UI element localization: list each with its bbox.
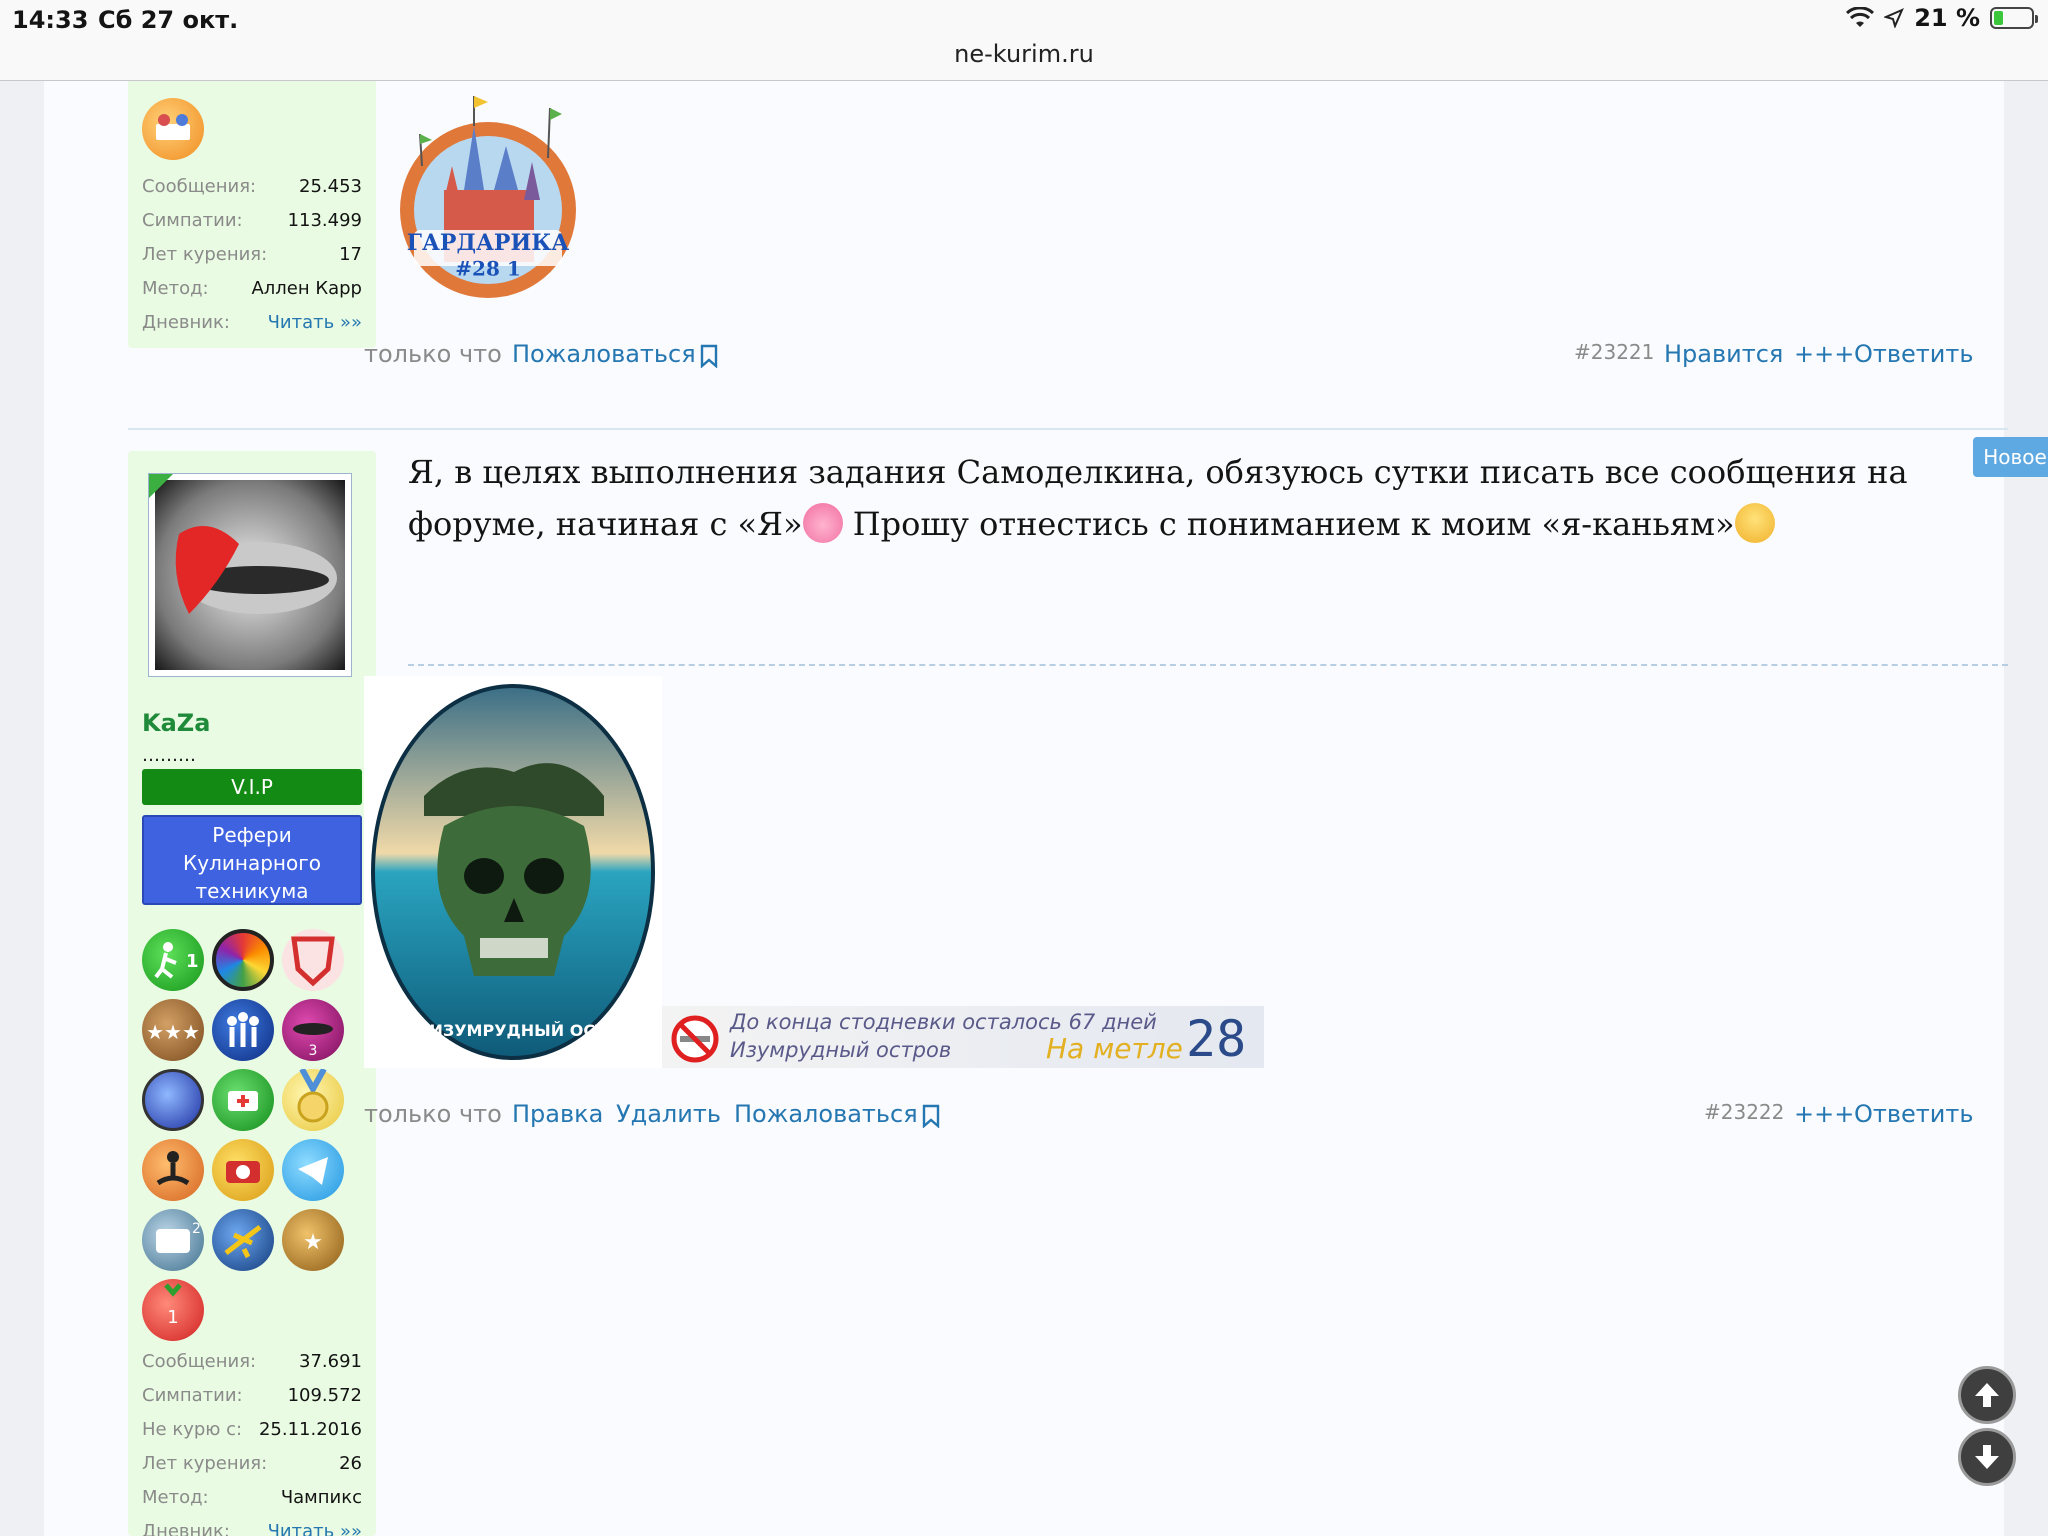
username[interactable]: KaZa [142,709,210,737]
location-arrow-icon [1884,8,1905,28]
post2-time: только что [364,1100,502,1128]
pig-emoji-icon [802,503,843,543]
post-number[interactable]: #23222 [1704,1100,1784,1124]
signature-separator [408,664,2008,666]
gardarika-banner-image: ГАРДАРИКА #28 1 [374,86,604,302]
counter-number: 28 [1186,1010,1247,1068]
diary-link[interactable]: Читать »» [268,1521,362,1536]
telegram-award-icon[interactable] [282,1139,344,1201]
post-number[interactable]: #23221 [1574,340,1654,364]
island-name-text: Изумрудный остров [730,1038,952,1062]
report-link[interactable]: Пожаловаться [734,1100,918,1128]
stat-row: Метод: Чампикс [142,1487,362,1508]
address-bar-url[interactable]: ne-kurim.ru [0,40,2048,68]
jury-award-icon[interactable] [142,1069,204,1131]
reply-link[interactable]: Ответить [1854,1100,1973,1128]
bookmark-icon[interactable] [700,344,718,368]
svg-text:3: 3 [309,1043,318,1059]
island-caption: 28_4 ИЗУМРУДНЫЙ ОСТРОВ [382,1021,643,1040]
countdown-text: До конца стодневки осталось 67 дней [730,1010,1157,1034]
broom-text: На метле [1046,1032,1183,1065]
status-indicators: 21 % [1846,4,2038,32]
camera-award-icon[interactable] [212,1139,274,1201]
post2-user-sidebar: KaZa ……… V.I.P Рефери Кулинарного техник… [128,451,376,1536]
submarine-award-icon[interactable]: 3 [282,999,344,1061]
wifi-icon [1846,7,1875,27]
arrow-down-icon [1975,1445,1999,1469]
scroll-up-button[interactable] [1958,1366,2016,1424]
train-award-icon[interactable]: 2 [142,1209,204,1271]
svg-text:1: 1 [167,1307,178,1328]
referee-banner: Рефери Кулинарного техникума [142,815,362,905]
svg-text:1: 1 [186,951,199,972]
gardarika-number: #28 1 [455,257,520,281]
status-time: 14:33 [12,6,89,34]
stat-row: Сообщения: 37.691 [142,1351,362,1372]
stat-row: Не курю с: 25.11.2016 [142,1419,362,1440]
battery-percent: 21 % [1914,4,1980,32]
plus-link[interactable]: +++ [1794,340,1854,368]
emerald-island-image: 28_4 ИЗУМРУДНЫЙ ОСТРОВ [364,676,662,1068]
shield-award-icon[interactable] [282,929,344,991]
status-bar: 14:33 Сб 27 окт. ne-kurim.ru 21 % [0,0,2048,81]
report-link[interactable]: Пожаловаться [512,340,696,368]
stat-row: Сообщения: 25.453 [142,176,362,197]
countdown-banner: До конца стодневки осталось 67 дней Изум… [662,1006,1264,1068]
reply-link[interactable]: Ответить [1854,340,1973,368]
post-message: Я, в целях выполнения задания Самоделкин… [408,446,1948,550]
ambulance-award-icon[interactable] [212,1069,274,1131]
post-text-line: Я, в целях выполнения задания Самоделкин… [408,453,1908,491]
stat-row: Метод: Аллен Карр [142,278,362,299]
smiling-emoji-icon [1734,503,1775,543]
delete-link[interactable]: Удалить [616,1100,721,1128]
user-title: ……… [142,745,196,766]
post-divider [128,428,2008,430]
strongman-award-icon[interactable]: ★ [282,1209,344,1271]
arrow-up-icon [1975,1383,1999,1407]
gardarika-title: ГАРДАРИКА [407,230,569,256]
diary-link[interactable]: Читать »» [268,312,362,333]
stat-row: Симпатии: 109.572 [142,1385,362,1406]
svg-text:★: ★ [303,1230,323,1255]
forum-page: Сообщения: 25.453 Симпатии: 113.499 Лет ку… [44,0,2048,1536]
svg-text:2: 2 [192,1221,201,1237]
scroll-down-button[interactable] [1958,1428,2016,1486]
svg-text:★★★: ★★★ [146,1020,200,1044]
stat-row: Дневник: Читать »» [142,312,362,333]
stat-row: Лет курения: 17 [142,244,362,265]
stars-award-icon[interactable]: ★★★ [142,999,204,1061]
vip-banner: V.I.P [142,769,362,805]
color-wheel-award-icon[interactable] [212,929,274,991]
status-date: Сб 27 окт. [98,6,239,34]
meditation-award-icon[interactable] [142,1139,204,1201]
reading-award-icon[interactable] [142,98,204,160]
edit-link[interactable]: Правка [512,1100,603,1128]
post1-time: только что [364,340,502,368]
stat-row: Лет курения: 26 [142,1453,362,1474]
tomato-award-icon[interactable]: 1 [142,1279,204,1341]
battery-icon [1990,7,2038,29]
like-link[interactable]: Нравится [1664,340,1783,368]
medal-award-icon[interactable] [282,1067,344,1131]
running-award-icon[interactable]: 1 [142,929,204,991]
stat-row: Симпатии: 113.499 [142,210,362,231]
no-smoking-icon [671,1015,719,1063]
people-award-icon[interactable] [212,999,274,1061]
stat-row: Дневник: Читать »» [142,1521,362,1536]
new-post-badge: Новое [1973,437,2048,477]
bookmark-icon[interactable] [922,1104,940,1128]
plus-link[interactable]: +++ [1794,1100,1854,1128]
user-avatar[interactable] [148,473,352,677]
post-text-line: форуме, начиная с «Я» Прошу отнестись с … [408,498,1948,550]
airplane-award-icon[interactable] [212,1209,274,1271]
